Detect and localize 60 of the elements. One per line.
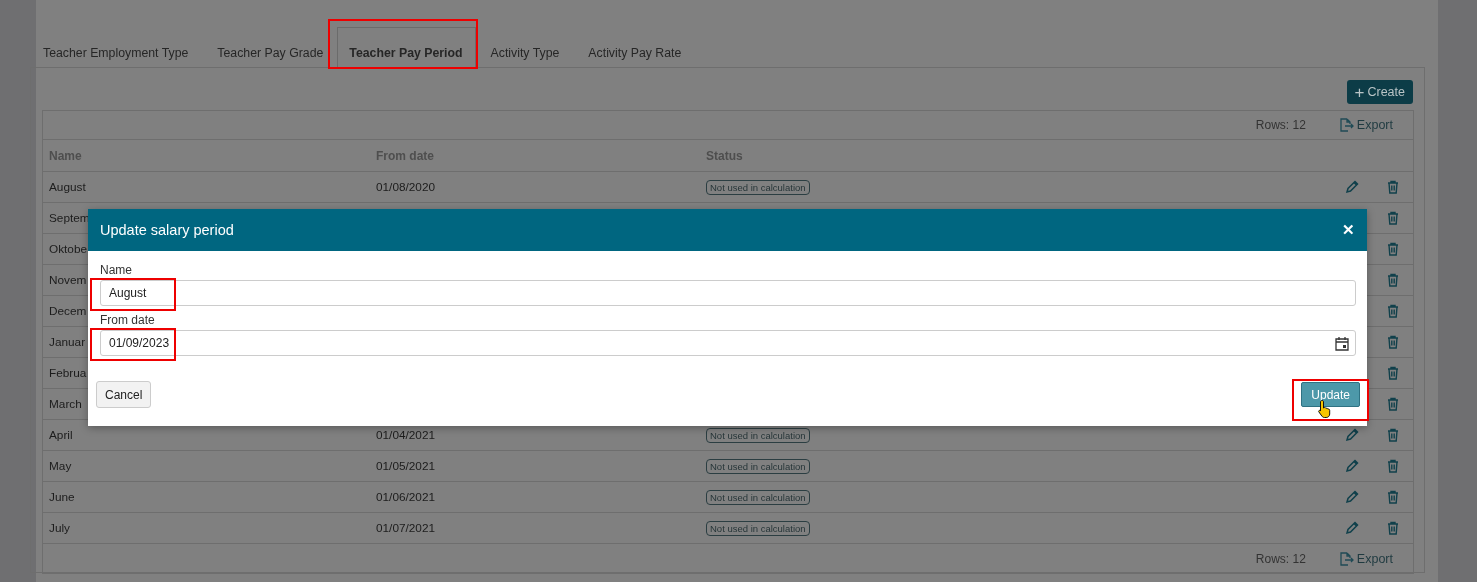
trash-icon[interactable]: [1386, 211, 1399, 225]
export-button[interactable]: Export: [1337, 550, 1393, 567]
trash-icon[interactable]: [1386, 304, 1399, 318]
status-badge: Not used in calculation: [706, 520, 810, 536]
trash-icon[interactable]: [1386, 335, 1399, 349]
trash-icon[interactable]: [1386, 428, 1399, 442]
input-field[interactable]: August: [100, 280, 1356, 306]
table-cell: 01/06/2021: [376, 490, 436, 504]
calendar-icon[interactable]: [1335, 335, 1349, 351]
status-badge: Not used in calculation: [706, 489, 810, 505]
status-badge: Not used in calculation: [706, 179, 810, 195]
table-cell: Januar: [49, 335, 86, 349]
table-cell: Decem: [49, 304, 87, 318]
trash-icon[interactable]: [1386, 180, 1399, 194]
update-button[interactable]: Update: [1301, 382, 1360, 407]
tab[interactable]: Activity Pay Rate: [581, 27, 696, 67]
table-cell: Novem: [49, 273, 87, 287]
trash-icon[interactable]: [1386, 397, 1399, 411]
table-cell: 01/08/2020: [376, 180, 436, 194]
tab[interactable]: Teacher Pay Grade: [210, 27, 338, 67]
table-cell: Februa: [49, 366, 87, 380]
table-cell: July: [49, 521, 70, 535]
edit-icon[interactable]: [1344, 521, 1359, 535]
trash-icon[interactable]: [1386, 366, 1399, 380]
edit-icon[interactable]: [1344, 180, 1359, 194]
tab[interactable]: Activity Type: [483, 27, 574, 67]
dialog-title: Update salary period: [100, 222, 234, 238]
create-button[interactable]: + Create: [1346, 80, 1413, 104]
status-badge: Not used in calculation: [706, 458, 810, 474]
tab[interactable]: Teacher Pay Period: [337, 27, 476, 68]
export-icon: [1337, 550, 1354, 567]
edit-icon[interactable]: [1344, 459, 1359, 473]
table-cell: March: [49, 397, 82, 411]
table-cell: May: [49, 459, 72, 473]
close-button[interactable]: ✕: [1342, 221, 1355, 239]
export-icon: [1337, 117, 1354, 133]
row-count: Rows: 12: [1255, 118, 1306, 132]
field-label: Name: [100, 263, 132, 277]
table-cell: 01/07/2021: [376, 521, 436, 535]
trash-icon[interactable]: [1386, 459, 1399, 473]
tab[interactable]: Teacher Employment Type: [36, 27, 203, 67]
trash-icon[interactable]: [1386, 273, 1399, 287]
edit-icon[interactable]: [1344, 490, 1359, 504]
trash-icon[interactable]: [1386, 242, 1399, 256]
status-badge: Not used in calculation: [706, 427, 810, 443]
trash-icon[interactable]: [1386, 490, 1399, 504]
cancel-button[interactable]: Cancel: [96, 381, 152, 408]
export-button[interactable]: Export: [1337, 117, 1393, 133]
trash-icon[interactable]: [1386, 521, 1399, 535]
table-cell: April: [49, 428, 73, 442]
table-cell: Septem: [49, 211, 90, 225]
date-field[interactable]: 01/09/2023: [100, 330, 1356, 356]
table-cell: 01/05/2021: [376, 459, 436, 473]
table-cell: Oktobe: [49, 242, 88, 256]
field-label: From date: [100, 313, 155, 327]
table-cell: 01/04/2021: [376, 428, 436, 442]
edit-icon[interactable]: [1344, 428, 1359, 442]
row-count: Rows: 12: [1255, 551, 1306, 566]
table-cell: June: [49, 490, 75, 504]
table-cell: August: [49, 180, 86, 194]
